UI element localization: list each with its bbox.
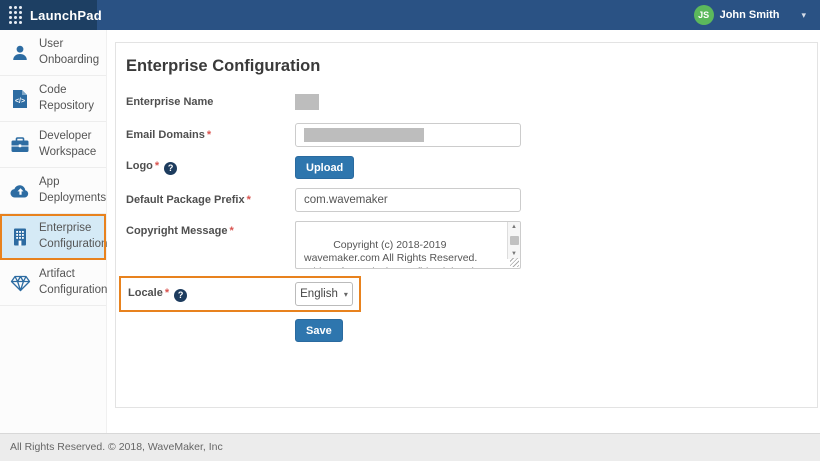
sidebar-item-label: App Deployments	[39, 175, 106, 206]
enterprise-name-label: Enterprise Name	[126, 96, 295, 108]
sidebar-item-label: Artifact Configuration	[39, 267, 107, 298]
required-asterisk: *	[207, 129, 211, 141]
user-menu[interactable]: JS John Smith ▾	[694, 0, 820, 30]
locale-row-highlight: Locale*? English ▾	[119, 276, 361, 312]
required-asterisk: *	[229, 225, 233, 237]
sidebar-item-label: Developer Workspace	[39, 129, 102, 160]
email-domains-value-redacted	[304, 128, 424, 142]
building-icon	[9, 227, 31, 247]
app-grid-icon[interactable]	[9, 6, 23, 25]
scrollbar-thumb[interactable]	[510, 236, 519, 245]
sidebar-item-user-onboarding[interactable]: User Onboarding	[0, 30, 106, 76]
required-asterisk: *	[155, 160, 159, 172]
help-icon[interactable]: ?	[164, 162, 177, 175]
copyright-message-textarea[interactable]: Copyright (c) 2018-2019 wavemaker.com Al…	[295, 221, 521, 269]
help-icon[interactable]: ?	[174, 289, 187, 302]
default-package-prefix-input[interactable]	[295, 188, 521, 212]
app-logo-area[interactable]: LaunchPad	[0, 0, 97, 30]
user-name: John Smith	[720, 9, 780, 21]
locale-selected-value: English	[300, 288, 338, 300]
svg-text:</>: </>	[15, 98, 25, 105]
required-asterisk: *	[247, 194, 251, 206]
chevron-down-icon[interactable]: ▾	[801, 10, 806, 21]
page-title: Enterprise Configuration	[126, 57, 817, 76]
sidebar-item-enterprise-configuration[interactable]: Enterprise Configuration	[0, 214, 106, 260]
sidebar-item-label: User Onboarding	[39, 37, 102, 68]
field-row-default-package-prefix: Default Package Prefix*	[126, 188, 817, 212]
copyright-message-label: Copyright Message	[126, 225, 227, 237]
sidebar-item-label: Code Repository	[39, 83, 102, 114]
footer-copyright-text: All Rights Reserved. © 2018, WaveMaker, …	[10, 441, 223, 453]
default-package-prefix-label: Default Package Prefix	[126, 194, 245, 206]
sidebar: User Onboarding </> Code Repository Deve…	[0, 30, 107, 433]
sidebar-item-app-deployments[interactable]: App Deployments	[0, 168, 106, 214]
cloud-upload-icon	[9, 181, 31, 201]
select-caret-icon: ▾	[344, 290, 348, 299]
field-row-email-domains: Email Domains*	[126, 123, 817, 147]
save-button[interactable]: Save	[295, 319, 343, 342]
email-domains-label: Email Domains	[126, 129, 205, 141]
required-asterisk: *	[165, 287, 169, 299]
sidebar-item-artifact-configuration[interactable]: Artifact Configuration	[0, 260, 106, 306]
field-row-enterprise-name: Enterprise Name	[126, 94, 817, 110]
diamond-icon	[9, 273, 31, 293]
top-header-bar: LaunchPad JS John Smith ▾	[0, 0, 820, 30]
user-icon	[9, 43, 31, 63]
sidebar-item-code-repository[interactable]: </> Code Repository	[0, 76, 106, 122]
footer: All Rights Reserved. © 2018, WaveMaker, …	[0, 433, 820, 461]
code-file-icon: </>	[9, 89, 31, 109]
locale-label: Locale	[128, 287, 163, 299]
field-row-logo: Logo*? Upload	[126, 156, 817, 179]
app-title: LaunchPad	[30, 8, 102, 23]
briefcase-icon	[9, 135, 31, 155]
sidebar-item-label: Enterprise Configuration	[39, 221, 107, 252]
upload-button[interactable]: Upload	[295, 156, 354, 179]
email-domains-input[interactable]	[295, 123, 521, 147]
save-row: Save	[295, 319, 817, 342]
copyright-message-text: Copyright (c) 2018-2019 wavemaker.com Al…	[304, 239, 500, 269]
avatar[interactable]: JS	[694, 5, 714, 25]
field-row-copyright-message: Copyright Message* Copyright (c) 2018-20…	[126, 221, 817, 269]
main-content: Enterprise Configuration Enterprise Name…	[107, 30, 820, 433]
sidebar-item-developer-workspace[interactable]: Developer Workspace	[0, 122, 106, 168]
enterprise-name-value-redacted	[295, 94, 319, 110]
scroll-up-icon[interactable]: ▲	[511, 222, 517, 232]
logo-label: Logo	[126, 160, 153, 172]
resize-grip-icon[interactable]	[510, 258, 519, 267]
enterprise-configuration-panel: Enterprise Configuration Enterprise Name…	[115, 42, 818, 408]
locale-select[interactable]: English ▾	[295, 282, 353, 306]
textarea-scrollbar[interactable]: ▲ ▼	[507, 222, 520, 259]
